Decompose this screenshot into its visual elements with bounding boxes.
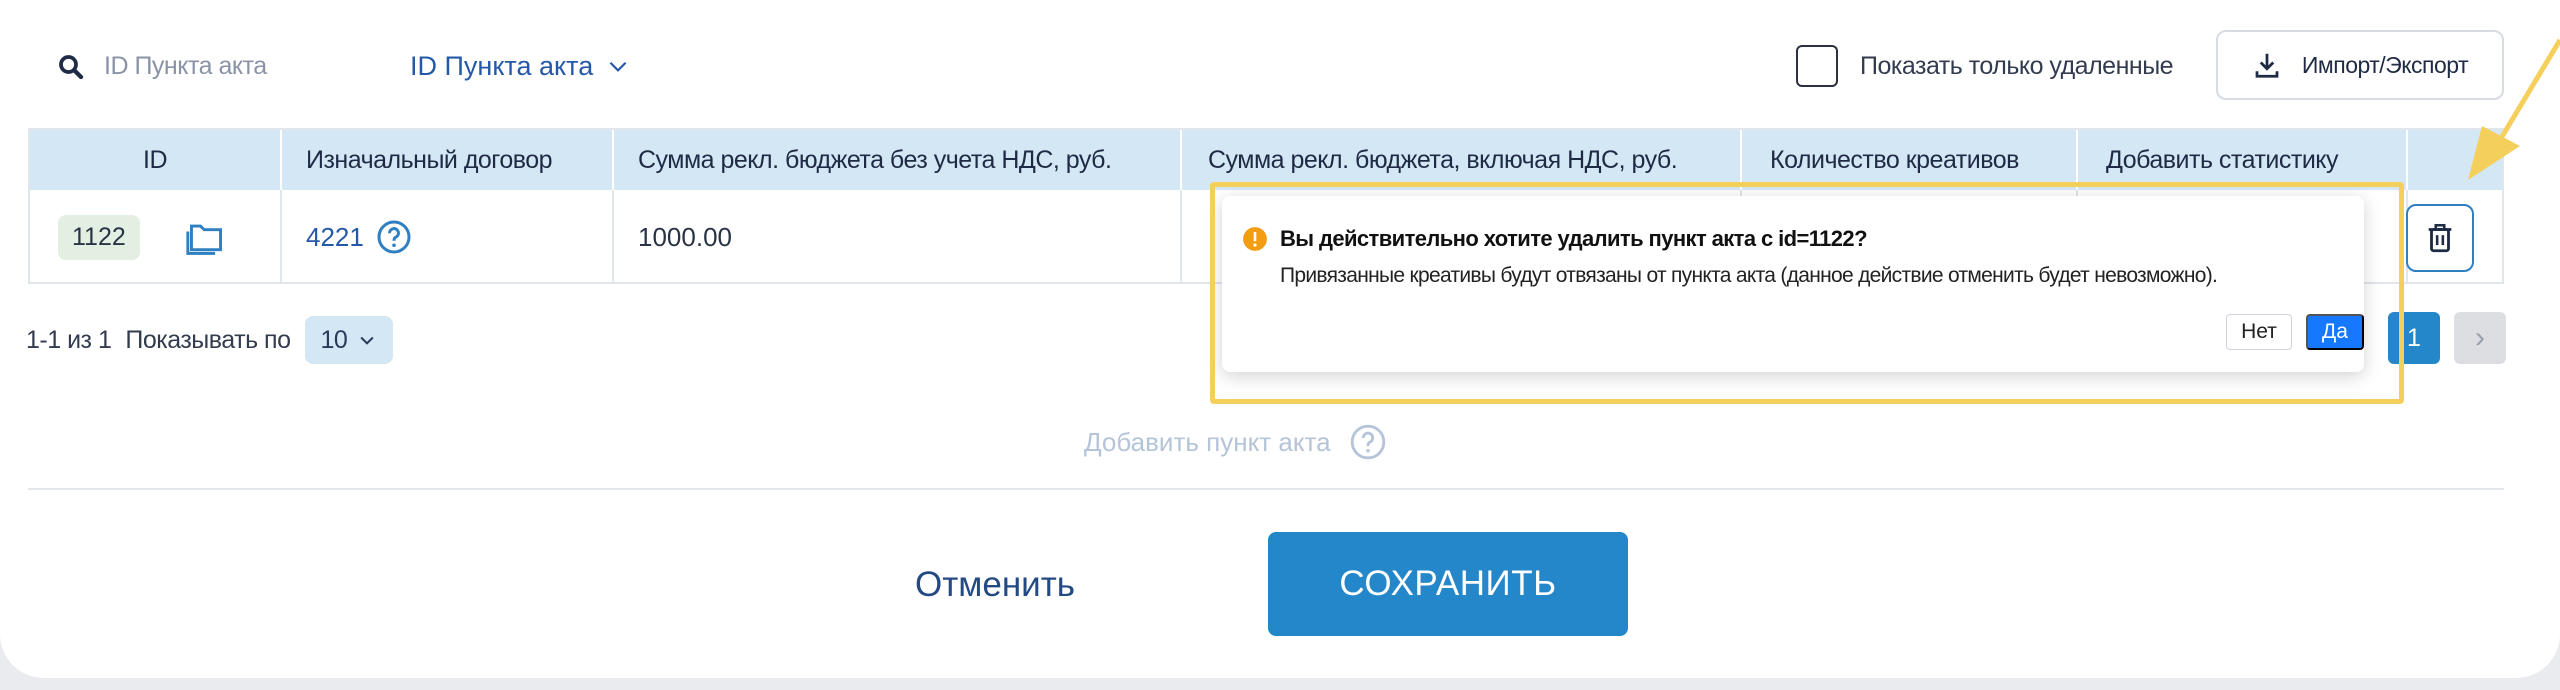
per-page-select[interactable]: 10 xyxy=(304,316,394,364)
search-field-select[interactable]: ID Пункта акта xyxy=(410,44,631,88)
cell-id: 1122 xyxy=(30,190,280,284)
show-deleted-label: Показать только удаленные xyxy=(1860,51,2174,80)
page-button-current[interactable]: 1 xyxy=(2388,312,2440,364)
next-page-button[interactable]: › xyxy=(2454,312,2506,364)
help-icon[interactable] xyxy=(1349,423,1387,461)
confirm-yes-button[interactable]: Да xyxy=(2306,314,2364,350)
table-header: ID Изначальный договор Сумма рекл. бюдже… xyxy=(30,130,2502,190)
cell-contract: 4221 xyxy=(280,190,612,284)
column-header-budget-without-vat[interactable]: Сумма рекл. бюджета без учета НДС, руб. xyxy=(612,130,1180,190)
delete-row-button[interactable] xyxy=(2406,204,2474,272)
cell-budget-without-vat: 1000.00 xyxy=(612,190,1180,284)
show-deleted-toggle[interactable]: Показать только удаленные xyxy=(1796,44,2174,88)
save-button[interactable]: СОХРАНИТЬ xyxy=(1268,532,1628,636)
arrow-annotation-icon xyxy=(2468,38,2560,180)
per-page-value: 10 xyxy=(320,325,348,354)
search-input[interactable] xyxy=(104,44,324,88)
add-act-item-button[interactable]: Добавить пункт акта xyxy=(1084,422,1387,462)
column-header-add-statistics[interactable]: Добавить статистику xyxy=(2076,130,2406,190)
chevron-down-icon xyxy=(609,61,627,72)
id-chip: 1122 xyxy=(58,214,140,260)
pagination-info: 1-1 из 1 Показывать по 10 xyxy=(26,316,394,364)
add-act-item-label: Добавить пункт акта xyxy=(1084,426,1331,457)
folder-icon[interactable] xyxy=(184,217,228,257)
popover-description: Привязанные креативы будут отвязаны от п… xyxy=(1280,264,2218,287)
per-page-label: Показывать по xyxy=(125,325,291,354)
column-header-id[interactable]: ID xyxy=(30,130,280,190)
column-header-budget-with-vat[interactable]: Сумма рекл. бюджета, включая НДС, руб. xyxy=(1180,130,1740,190)
popover-title: Вы действительно хотите удалить пункт ак… xyxy=(1280,226,1868,251)
confirm-no-button[interactable]: Нет xyxy=(2226,314,2292,350)
pagination-range: 1-1 из 1 xyxy=(26,325,112,354)
show-deleted-checkbox[interactable] xyxy=(1796,45,1838,87)
trash-icon xyxy=(2428,223,2452,253)
search-field-label: ID Пункта акта xyxy=(410,50,594,81)
help-icon[interactable] xyxy=(376,219,412,255)
search-icon xyxy=(59,55,84,80)
chevron-down-icon xyxy=(360,336,374,345)
divider xyxy=(28,488,2504,490)
download-icon xyxy=(2255,53,2279,78)
cancel-button[interactable]: Отменить xyxy=(880,540,1110,630)
column-header-creatives-count[interactable]: Количество креативов xyxy=(1740,130,2076,190)
warning-icon xyxy=(1243,227,1267,251)
column-header-contract[interactable]: Изначальный договор xyxy=(280,130,612,190)
delete-confirm-popover: Вы действительно хотите удалить пункт ак… xyxy=(1222,196,2364,372)
contract-link[interactable]: 4221 xyxy=(306,222,364,253)
